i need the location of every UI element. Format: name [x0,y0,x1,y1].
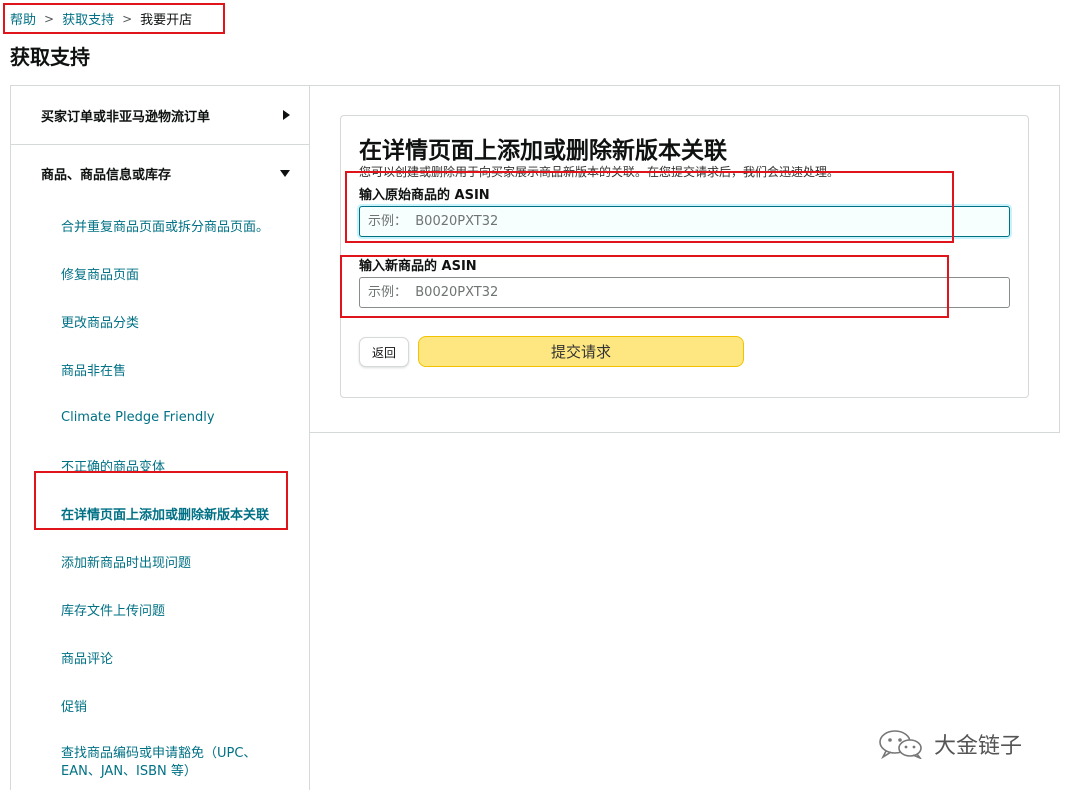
sidebar-item-promotions[interactable]: 促销 [11,681,309,729]
sidebar-section-buyer-orders[interactable]: 买家订单或非亚马逊物流订单 [11,86,309,145]
original-asin-label: 输入原始商品的 ASIN [359,188,490,203]
submit-request-button[interactable]: 提交请求 [418,336,744,367]
breadcrumb-get-support-link[interactable]: 获取支持 [62,9,114,28]
sidebar-item-inactive-product[interactable]: 商品非在售 [11,345,309,393]
breadcrumb-current: 我要开店 [140,13,193,28]
back-button[interactable]: 返回 [359,337,409,367]
breadcrumb-help-link[interactable]: 帮助 [10,9,36,28]
sidebar-section-label: 商品、商品信息或库存 [41,167,172,183]
sidebar-list: 合并重复商品页面或拆分商品页面。 修复商品页面 更改商品分类 商品非在售 Cli… [11,201,309,781]
new-asin-input[interactable] [359,277,1010,308]
sidebar-section-label: 买家订单或非亚马逊物流订单 [41,109,211,125]
form-title: 在详情页面上添加或删除新版本关联 [359,138,727,164]
sidebar-item-product-reviews[interactable]: 商品评论 [11,633,309,681]
sidebar-item-add-product-issue[interactable]: 添加新商品时出现问题 [11,537,309,585]
form-description: 您可以创建或删除用于向买家展示商品新版本的关联。在您提交请求后，我们会迅速处理。 [359,165,840,179]
breadcrumb-separator: > [122,11,133,26]
page-title: 获取支持 [10,45,90,69]
caret-down-icon [280,169,290,177]
wechat-icon [879,730,922,759]
new-asin-label: 输入新商品的 ASIN [359,259,477,274]
sidebar-item-gtin-exemption[interactable]: 查找商品编码或申请豁免（UPC、EAN、JAN、ISBN 等） [11,729,309,781]
original-asin-input[interactable] [359,206,1010,237]
sidebar-item-merge-split[interactable]: 合并重复商品页面或拆分商品页面。 [11,201,309,249]
watermark-text: 大金链子 [934,734,1023,759]
sidebar-item-new-version-link[interactable]: 在详情页面上添加或删除新版本关联 [11,489,309,537]
sidebar-section-products[interactable]: 商品、商品信息或库存 [11,145,309,201]
watermark: 大金链子 [876,728,1022,760]
sidebar-item-climate-pledge[interactable]: Climate Pledge Friendly [11,393,309,441]
sidebar-item-fix-product-page[interactable]: 修复商品页面 [11,249,309,297]
breadcrumb: 帮助 > 获取支持 > 我要开店 [10,9,193,29]
sidebar-item-incorrect-variation[interactable]: 不正确的商品变体 [11,441,309,489]
sidebar: 买家订单或非亚马逊物流订单 商品、商品信息或库存 合并重复商品页面或拆分商品页面… [10,85,310,790]
sidebar-item-change-category[interactable]: 更改商品分类 [11,297,309,345]
caret-right-icon [283,110,290,120]
sidebar-item-inventory-upload[interactable]: 库存文件上传问题 [11,585,309,633]
breadcrumb-separator: > [44,11,55,26]
